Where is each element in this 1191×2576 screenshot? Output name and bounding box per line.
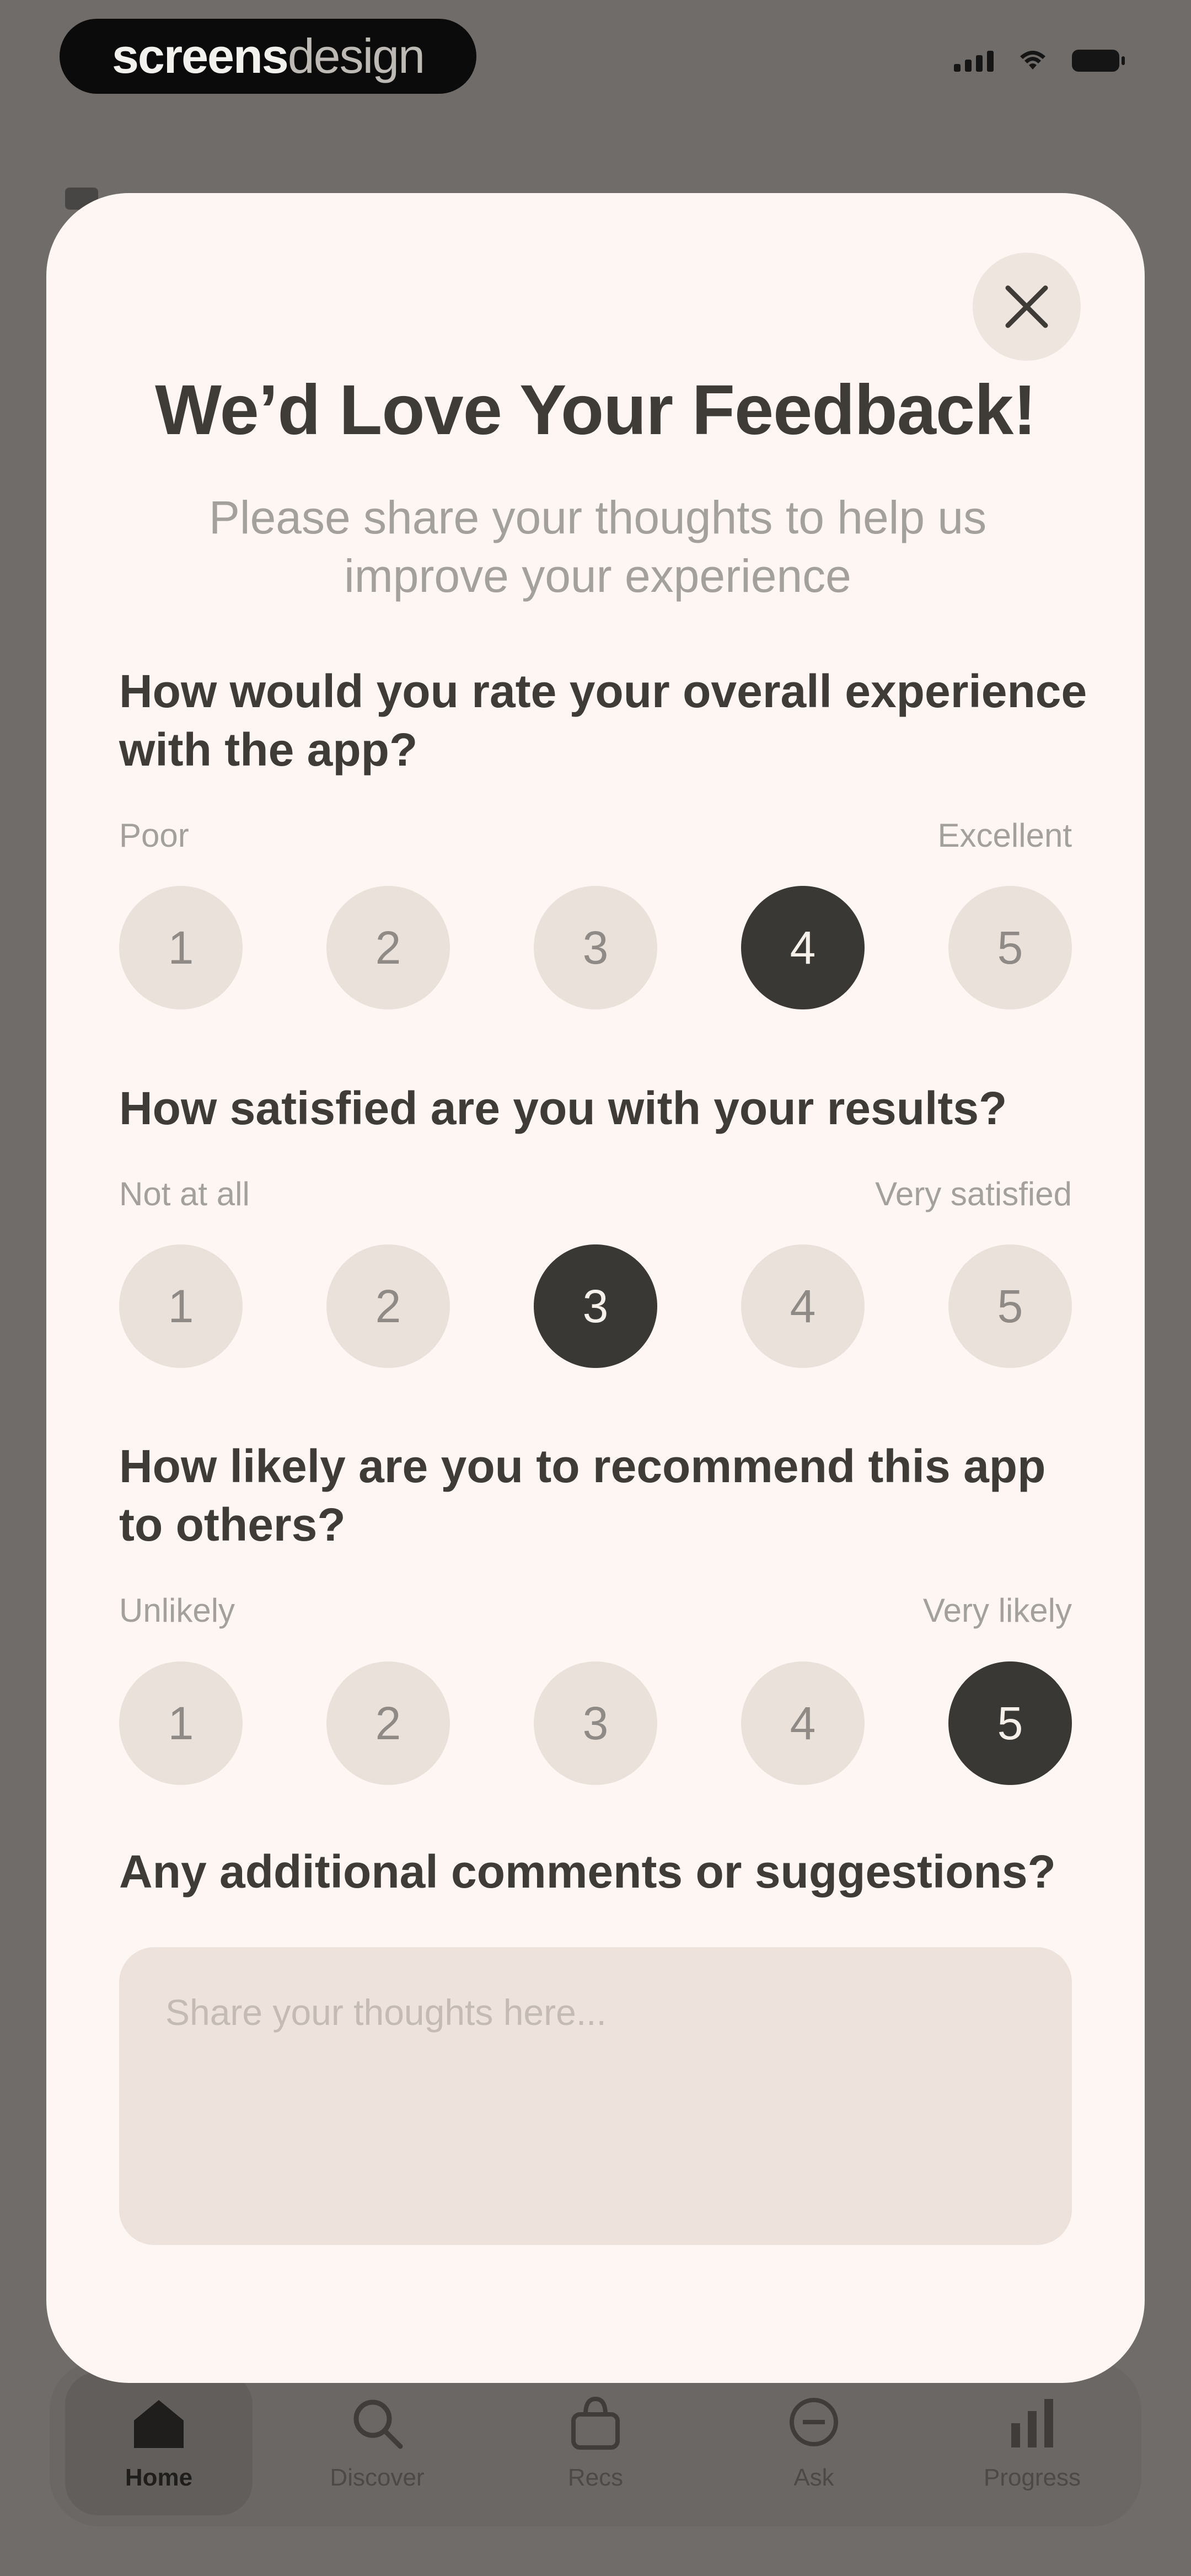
question-results-satisfaction: How satisfied are you with your results? — [119, 1082, 1007, 1134]
tab-ask[interactable]: Ask — [720, 2372, 908, 2515]
wifi-icon — [1020, 51, 1045, 70]
chat-icon — [790, 2398, 838, 2446]
brand-bold-text: screens — [111, 29, 289, 83]
tab-recs[interactable]: Recs — [502, 2372, 689, 2515]
tab-label: Ask — [793, 2464, 834, 2491]
brand-watermark: screens design — [60, 19, 476, 94]
modal-title: We’d Love Your Feedback! — [155, 371, 1037, 450]
status-icons — [954, 50, 1125, 72]
rating-option-2[interactable]: 2 — [326, 1244, 450, 1368]
rating-option-2[interactable]: 2 — [326, 1661, 450, 1785]
scale-low-label: Not at all — [119, 1175, 250, 1212]
rating-row-overall: 1 2 3 4 5 — [119, 886, 1072, 1009]
rating-option-4[interactable]: 4 — [741, 1244, 865, 1368]
tab-discover[interactable]: Discover — [283, 2372, 471, 2515]
comments-textarea[interactable] — [119, 1947, 1072, 2245]
bag-icon — [571, 2396, 620, 2450]
brand-light-text: design — [287, 29, 425, 83]
tab-home[interactable]: Home — [65, 2372, 253, 2515]
rating-option-5[interactable]: 5 — [948, 1244, 1072, 1368]
scale-high-label: Very satisfied — [875, 1175, 1072, 1212]
rating-option-3[interactable]: 3 — [534, 1661, 657, 1785]
tab-label: Discover — [330, 2464, 425, 2491]
scale-low-label: Unlikely — [119, 1592, 235, 1629]
tab-progress[interactable]: Progress — [938, 2372, 1126, 2515]
scale-high-label: Very likely — [922, 1592, 1072, 1629]
rating-option-1[interactable]: 1 — [119, 1244, 243, 1368]
question-recommend-likelihood: How likely are you to recommend this app… — [119, 1440, 1046, 1551]
chart-icon — [1011, 2399, 1053, 2447]
tab-label: Recs — [567, 2464, 624, 2491]
signal-icon — [954, 50, 994, 72]
rating-option-5[interactable]: 5 — [948, 886, 1072, 1009]
scale-high-label: Excellent — [937, 817, 1072, 854]
modal-subtitle: Please share your thoughts to help us im… — [208, 491, 987, 602]
rating-option-3[interactable]: 3 — [534, 886, 657, 1009]
scale-low-label: Poor — [119, 817, 189, 854]
rating-option-4[interactable]: 4 — [741, 1661, 865, 1785]
rating-option-1[interactable]: 1 — [119, 886, 243, 1009]
home-icon — [134, 2400, 184, 2448]
rating-option-2[interactable]: 2 — [326, 886, 450, 1009]
rating-option-4[interactable]: 4 — [741, 886, 865, 1009]
rating-row-satisfaction: 1 2 3 4 5 — [119, 1244, 1072, 1368]
question-overall-rating: How would you rate your overall experien… — [119, 665, 1087, 776]
close-icon — [1005, 285, 1048, 328]
rating-option-5[interactable]: 5 — [948, 1661, 1072, 1785]
battery-icon — [1072, 50, 1125, 72]
rating-option-1[interactable]: 1 — [119, 1661, 243, 1785]
tab-label: Home — [125, 2464, 193, 2491]
feedback-modal: We’d Love Your Feedback! Please share yo… — [46, 193, 1145, 2383]
rating-option-3[interactable]: 3 — [534, 1244, 657, 1368]
tab-label: Progress — [983, 2464, 1081, 2491]
rating-row-recommend: 1 2 3 4 5 — [119, 1661, 1072, 1785]
close-button[interactable] — [973, 253, 1081, 361]
search-icon — [353, 2399, 403, 2449]
comments-label: Any additional comments or suggestions? — [119, 1846, 1056, 1898]
tab-bar: Home Discover Recs Ask Progress — [50, 2361, 1141, 2526]
